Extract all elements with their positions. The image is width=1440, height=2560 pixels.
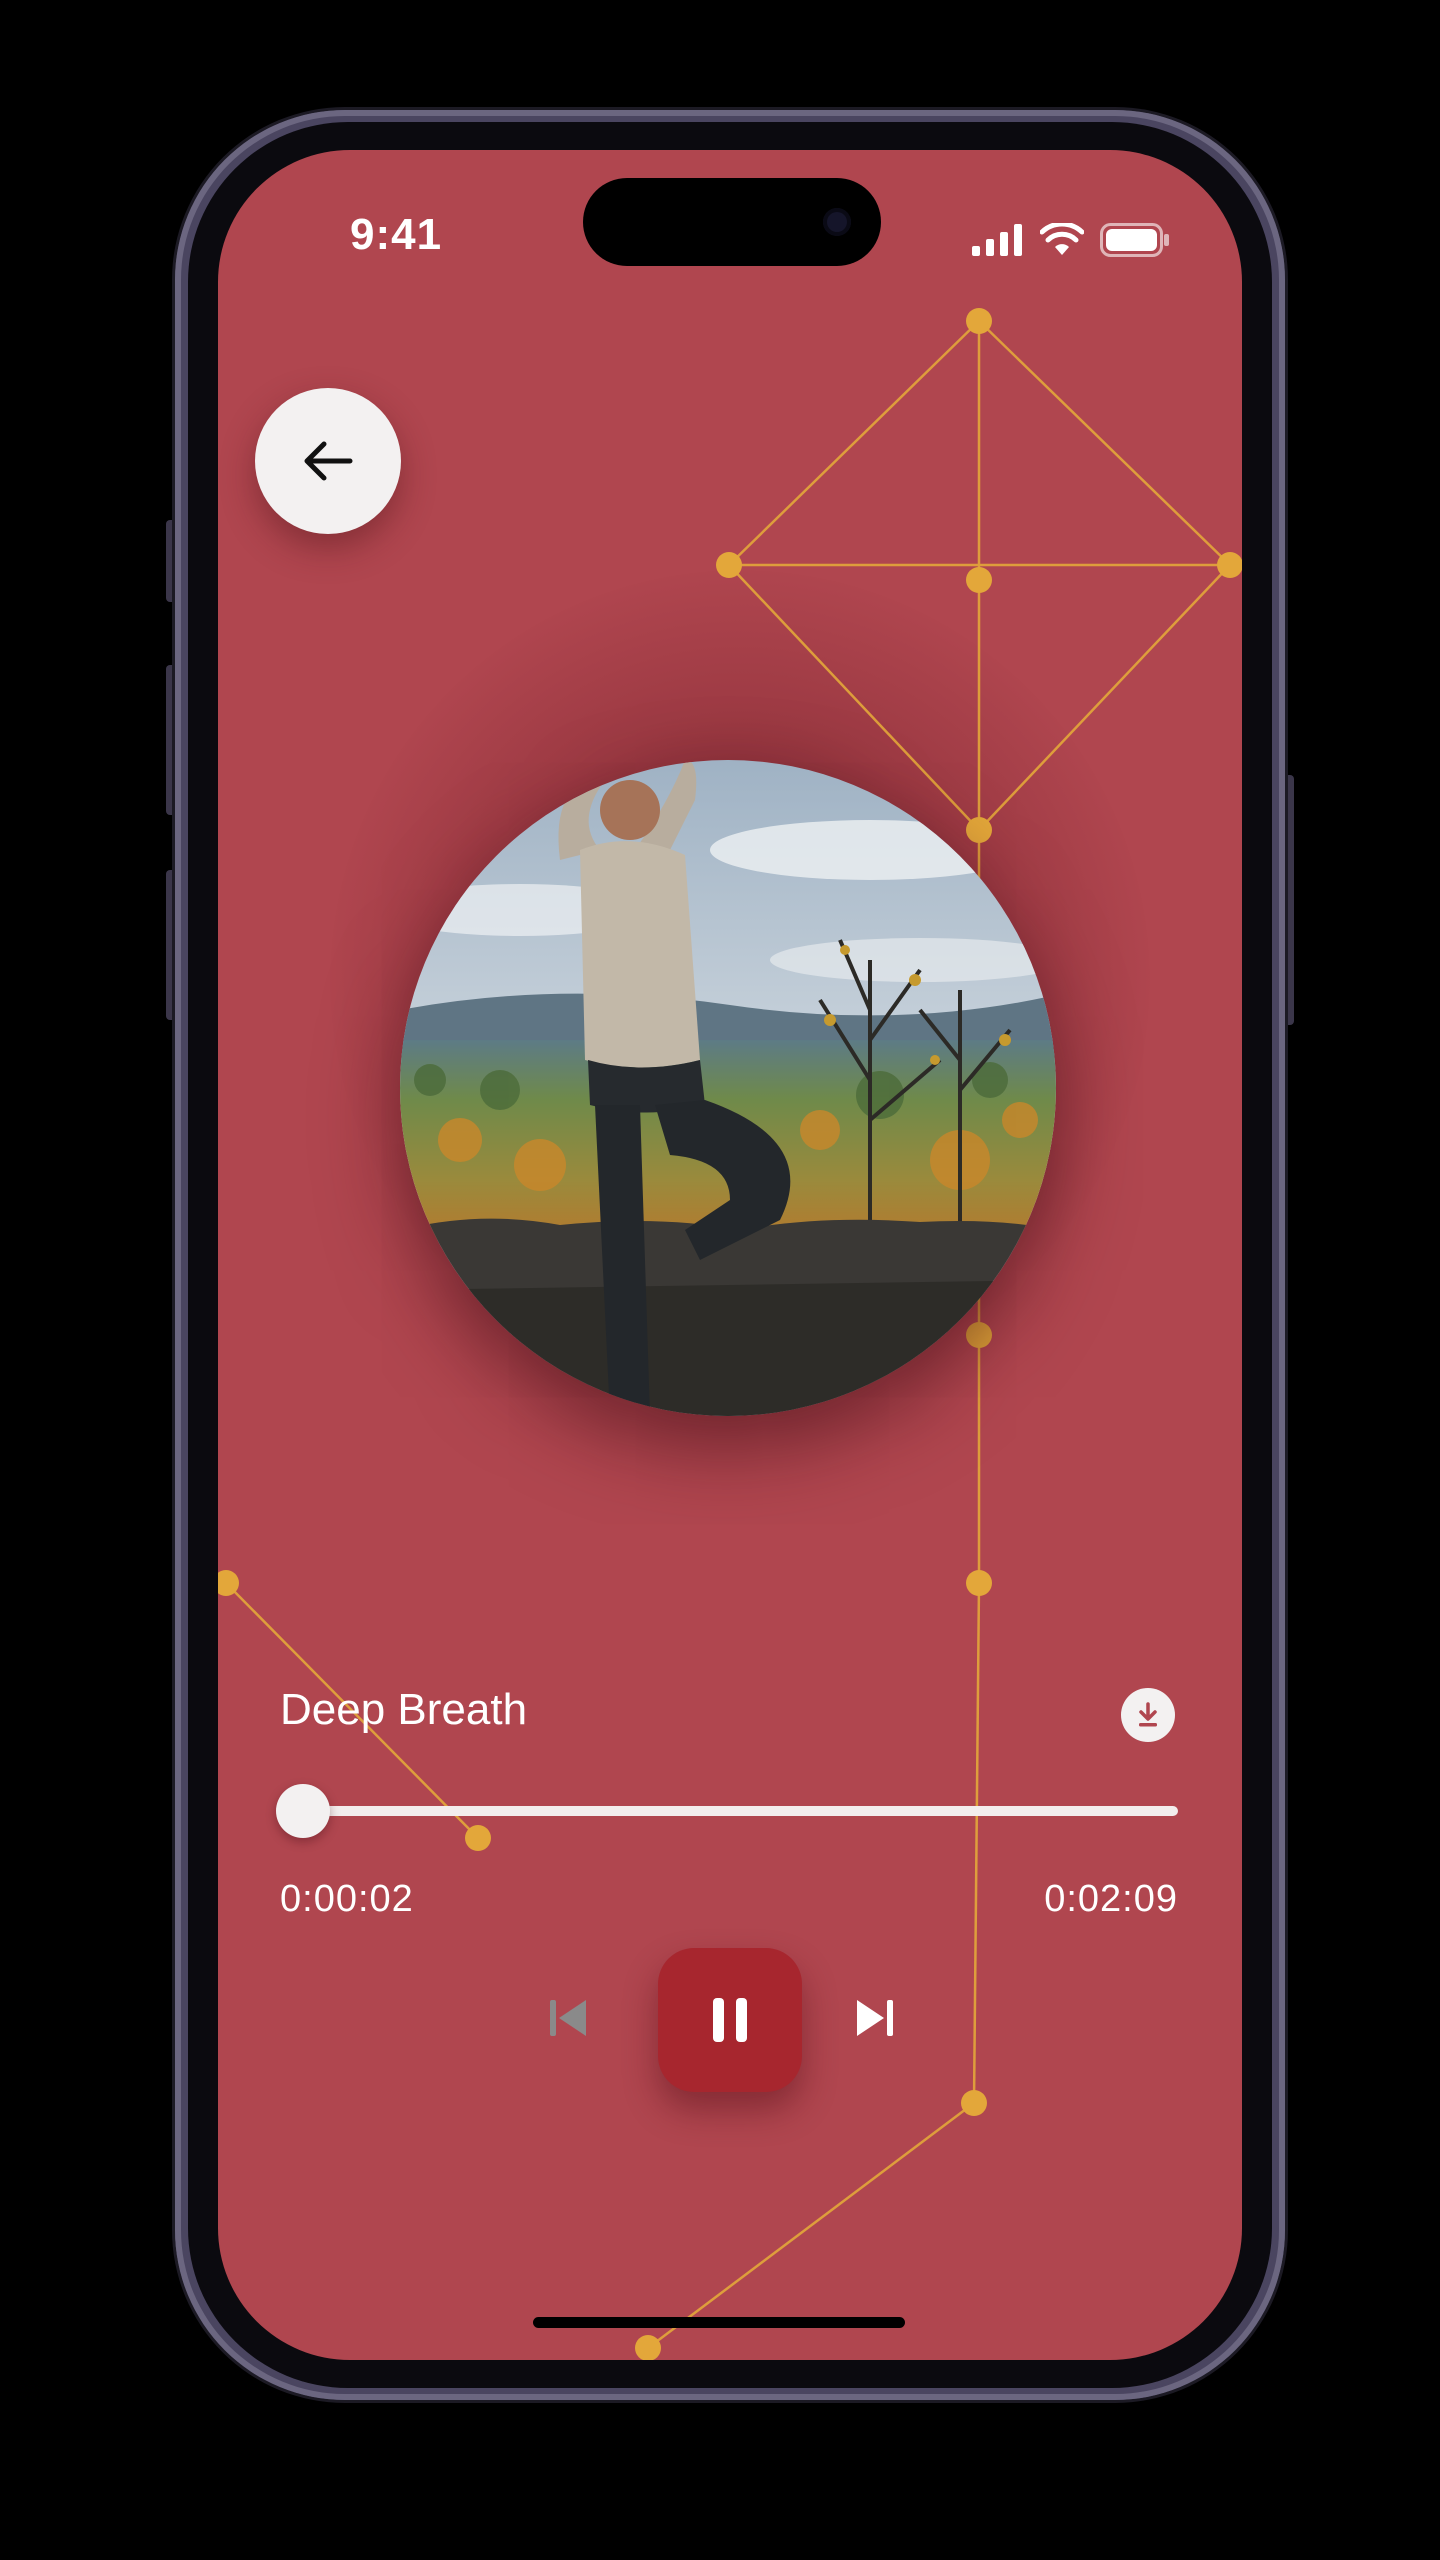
wifi-icon xyxy=(1040,223,1084,255)
progress-track[interactable] xyxy=(288,1806,1178,1816)
pause-button[interactable] xyxy=(658,1948,802,2092)
download-button[interactable] xyxy=(1121,1688,1175,1742)
device-mockup: 9:41 Deep Breath 0:00:02 0:02:09 xyxy=(0,0,1440,2560)
download-icon xyxy=(1139,1702,1157,1727)
pause-icon xyxy=(713,1998,747,2042)
track-title: Deep Breath xyxy=(280,1685,528,1734)
back-button[interactable] xyxy=(255,388,401,534)
cellular-signal-icon xyxy=(972,224,1022,256)
yoga-landscape-image xyxy=(400,760,1056,1416)
dynamic-island xyxy=(583,178,881,266)
next-track-button[interactable] xyxy=(845,1988,905,2048)
status-icons xyxy=(972,222,1170,258)
total-duration: 0:02:09 xyxy=(1044,1878,1178,1920)
playback-controls xyxy=(218,1940,1242,2100)
previous-track-button[interactable] xyxy=(538,1988,598,2048)
elapsed-time: 0:00:02 xyxy=(280,1878,414,1920)
power-button xyxy=(1284,775,1294,1025)
track-artwork xyxy=(400,760,1056,1416)
skip-next-icon xyxy=(857,2000,893,2036)
status-time: 9:41 xyxy=(350,210,443,259)
player-screen: 9:41 Deep Breath 0:00:02 0:02:09 xyxy=(218,150,1242,2360)
battery-icon xyxy=(1100,223,1169,257)
home-indicator[interactable] xyxy=(533,2317,905,2328)
skip-previous-icon xyxy=(550,2000,586,2036)
progress-thumb[interactable] xyxy=(276,1784,330,1838)
camera-icon xyxy=(823,208,851,236)
arrow-left-icon xyxy=(304,441,353,481)
